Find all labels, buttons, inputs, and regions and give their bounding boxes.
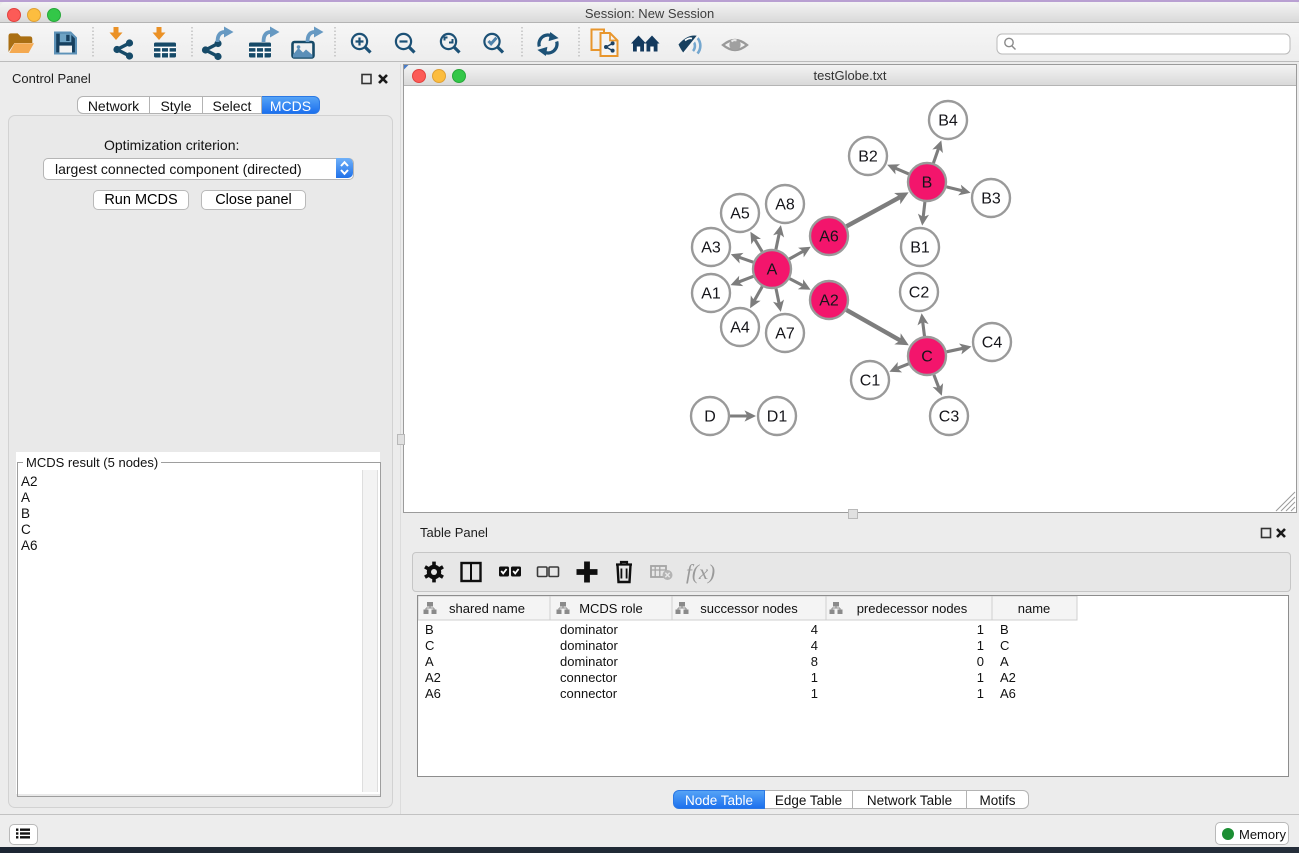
svg-text:8: 8 — [811, 654, 818, 669]
svg-text:successor nodes: successor nodes — [700, 601, 798, 616]
svg-text:C1: C1 — [860, 373, 881, 390]
svg-text:dominator: dominator — [560, 654, 618, 669]
svg-text:B: B — [425, 622, 434, 637]
svg-text:4: 4 — [811, 638, 818, 653]
svg-text:dominator: dominator — [560, 638, 618, 653]
svg-text:1: 1 — [977, 686, 984, 701]
svg-text:1: 1 — [977, 638, 984, 653]
svg-text:MCDS role: MCDS role — [579, 601, 643, 616]
svg-text:f(x): f(x) — [686, 560, 715, 584]
svg-text:B: B — [922, 175, 933, 192]
svg-text:A2: A2 — [819, 293, 839, 310]
svg-text:C4: C4 — [982, 335, 1003, 352]
svg-text:B3: B3 — [981, 191, 1001, 208]
svg-text:A2: A2 — [425, 670, 441, 685]
svg-text:A2: A2 — [1000, 670, 1016, 685]
svg-text:1: 1 — [977, 670, 984, 685]
svg-text:1: 1 — [977, 622, 984, 637]
svg-text:A: A — [767, 262, 778, 279]
svg-text:B2: B2 — [858, 149, 878, 166]
svg-text:C2: C2 — [909, 285, 930, 302]
svg-text:A7: A7 — [775, 326, 795, 343]
svg-text:0: 0 — [977, 654, 984, 669]
svg-text:A4: A4 — [730, 320, 750, 337]
svg-text:B4: B4 — [938, 113, 958, 130]
svg-text:connector: connector — [560, 670, 618, 685]
svg-text:1: 1 — [811, 670, 818, 685]
svg-text:C: C — [921, 349, 933, 366]
svg-text:C3: C3 — [939, 409, 960, 426]
svg-text:A5: A5 — [730, 206, 750, 223]
svg-text:A3: A3 — [701, 240, 721, 257]
svg-text:4: 4 — [811, 622, 818, 637]
svg-text:D1: D1 — [767, 409, 788, 426]
svg-text:B: B — [1000, 622, 1009, 637]
svg-text:A6: A6 — [425, 686, 441, 701]
svg-text:A: A — [425, 654, 434, 669]
svg-text:A6: A6 — [1000, 686, 1016, 701]
svg-text:name: name — [1018, 601, 1051, 616]
svg-text:B1: B1 — [910, 240, 930, 257]
svg-text:connector: connector — [560, 686, 618, 701]
svg-text:D: D — [704, 409, 716, 426]
svg-text:A: A — [1000, 654, 1009, 669]
svg-text:A8: A8 — [775, 197, 795, 214]
svg-text:A6: A6 — [819, 229, 839, 246]
svg-text:dominator: dominator — [560, 622, 618, 637]
svg-text:A1: A1 — [701, 286, 721, 303]
svg-text:C: C — [425, 638, 434, 653]
svg-text:1: 1 — [811, 686, 818, 701]
svg-text:shared name: shared name — [449, 601, 525, 616]
svg-text:predecessor nodes: predecessor nodes — [857, 601, 968, 616]
svg-text:C: C — [1000, 638, 1009, 653]
